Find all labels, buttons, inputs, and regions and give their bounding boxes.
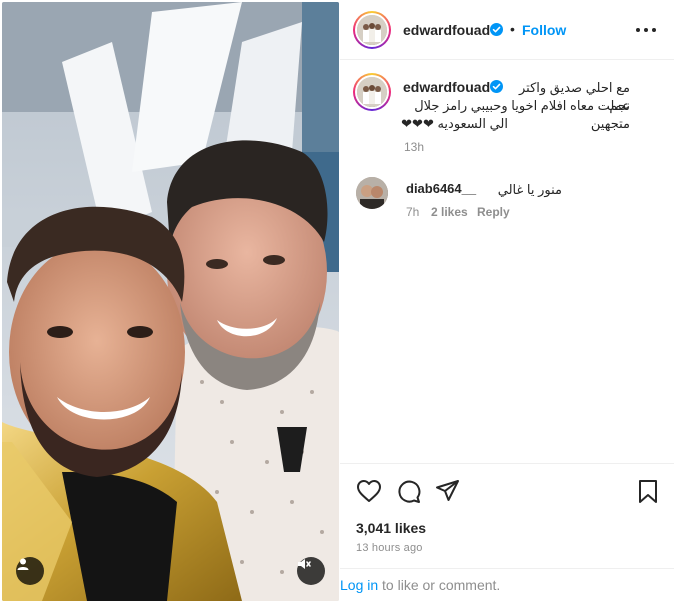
post-side-panel: edwardfouad • Follow edwardfouad مع احلي… — [340, 0, 674, 605]
bookmark-icon[interactable] — [637, 479, 659, 504]
post-timestamp: 13 hours ago — [356, 542, 423, 554]
verified-badge-icon — [490, 80, 503, 93]
header-separator: • — [510, 21, 515, 37]
comment-icon[interactable] — [396, 479, 421, 504]
login-link[interactable]: Log in — [340, 577, 378, 593]
likes-count[interactable]: 3,041 likes — [356, 520, 426, 536]
comment-timestamp: 7h — [406, 205, 420, 219]
caption-username[interactable]: edwardfouad — [403, 79, 490, 95]
heart-icon[interactable] — [356, 479, 382, 503]
share-icon[interactable] — [435, 479, 460, 503]
avatar-picture — [357, 15, 387, 45]
follow-button[interactable]: Follow — [522, 22, 566, 38]
comment-username[interactable]: diab6464__ — [406, 181, 476, 196]
commenter-avatar[interactable] — [356, 177, 388, 209]
selfie-photo-illustration — [2, 2, 339, 601]
avatar-picture — [356, 177, 388, 209]
caption-line-3: الي السعوديه ❤❤❤ — [401, 116, 508, 131]
author-avatar[interactable] — [353, 11, 391, 49]
post-photo[interactable] — [2, 2, 339, 601]
comment-reply-button[interactable]: Reply — [477, 205, 510, 219]
post-window: edwardfouad • Follow edwardfouad مع احلي… — [0, 0, 674, 605]
caption-timestamp: 13h — [404, 140, 425, 154]
comment-likes[interactable]: 2 likes — [431, 205, 468, 219]
comment-text: منور يا غالي — [497, 182, 562, 197]
login-bar: Log in to like or comment. — [340, 568, 674, 605]
post-header: edwardfouad • Follow — [340, 0, 674, 60]
author-username[interactable]: edwardfouad — [403, 22, 490, 38]
login-prompt-text: to like or comment. — [378, 577, 501, 593]
verified-badge-icon — [490, 23, 503, 36]
more-icon — [636, 28, 640, 32]
more-options-button[interactable] — [636, 21, 656, 39]
mute-icon — [298, 559, 311, 569]
user-tag-icon — [17, 558, 29, 570]
mute-button[interactable] — [297, 557, 325, 585]
user-tag-button[interactable] — [16, 557, 44, 585]
